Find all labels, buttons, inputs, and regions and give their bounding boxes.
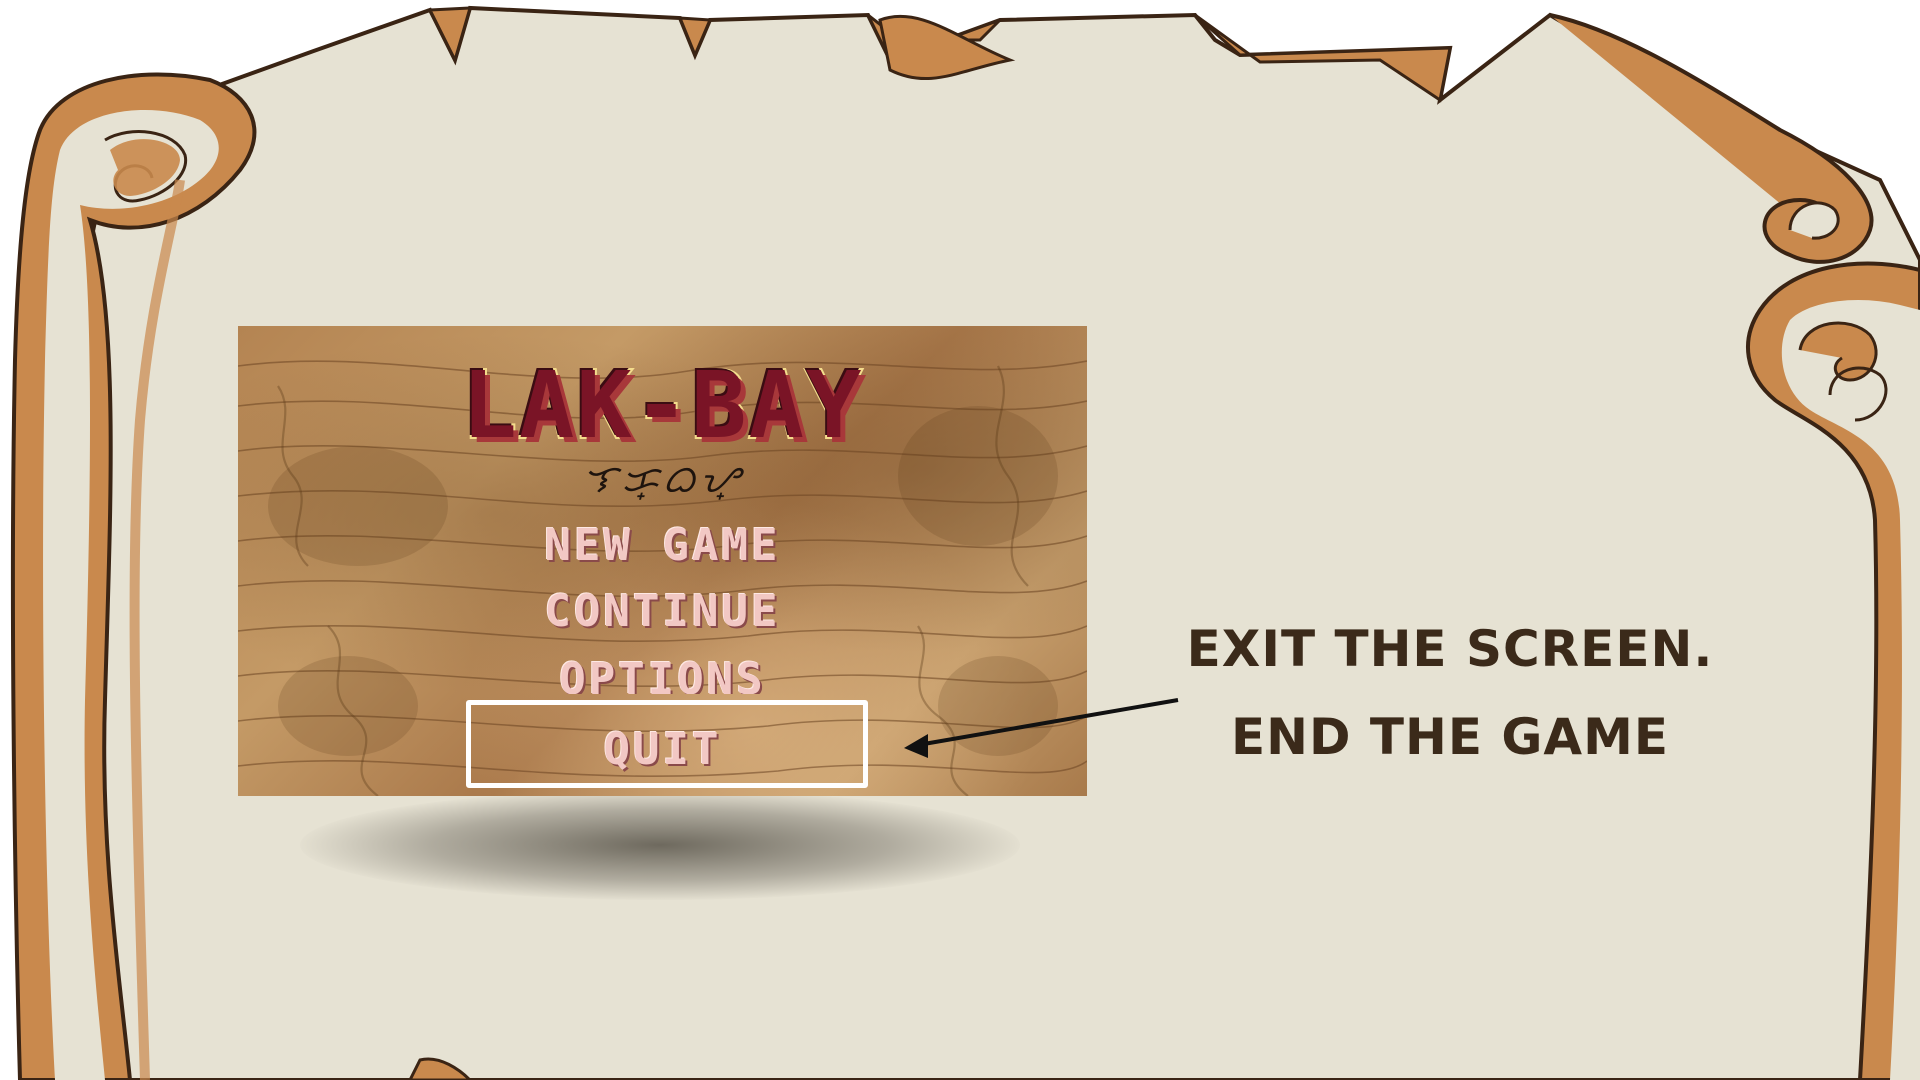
- callout-line-1: EXIT THE SCREEN.: [1186, 620, 1714, 678]
- game-logo-baybayin-script: ᜎᜃ᜔ᜊᜌ᜔: [582, 457, 743, 501]
- callout-line-2: END THE GAME: [1230, 708, 1670, 766]
- menu-options[interactable]: OPTIONS: [238, 658, 1087, 694]
- menu-new-game[interactable]: NEW GAME: [238, 524, 1087, 568]
- game-logo-title: LAK-BAY: [460, 352, 864, 459]
- game-title-screen: LAK-BAY ᜎᜃ᜔ᜊᜌ᜔ NEW GAME CONTINUE OPTIONS…: [238, 326, 1087, 796]
- quit-selection-highlight: [466, 700, 868, 788]
- panel-drop-shadow: [300, 790, 1020, 900]
- menu-continue[interactable]: CONTINUE: [238, 590, 1087, 634]
